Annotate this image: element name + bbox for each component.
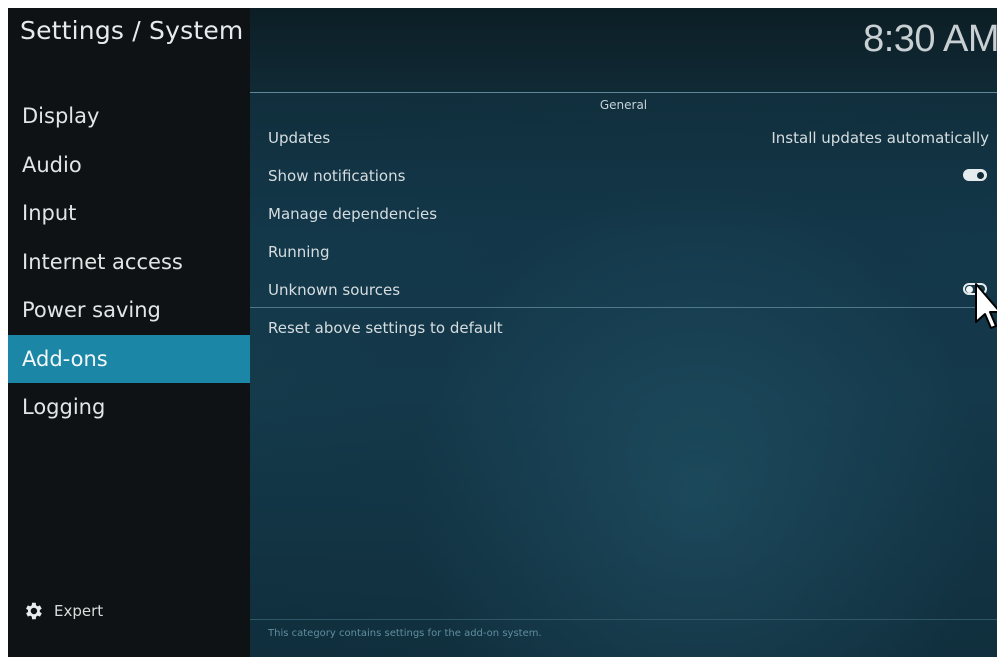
setting-updates[interactable]: Updates Install updates automatically xyxy=(268,123,997,153)
setting-running[interactable]: Running xyxy=(268,237,997,267)
setting-show-notifications[interactable]: Show notifications xyxy=(268,161,997,191)
setting-label: Unknown sources xyxy=(268,281,401,299)
setting-reset-defaults[interactable]: Reset above settings to default xyxy=(268,313,997,343)
setting-label: Reset above settings to default xyxy=(268,319,503,337)
toggle-knob xyxy=(977,172,984,179)
sidebar-menu: Display Audio Input Internet access Powe… xyxy=(8,92,250,432)
setting-unknown-sources[interactable]: Unknown sources xyxy=(268,275,997,305)
gear-icon xyxy=(22,600,44,622)
toggle-switch-on[interactable] xyxy=(963,169,987,181)
toggle-knob xyxy=(966,286,973,293)
sidebar-item-input[interactable]: Input xyxy=(8,189,250,238)
mouse-cursor-icon xyxy=(975,283,997,329)
sidebar-item-audio[interactable]: Audio xyxy=(8,141,250,190)
setting-label: Show notifications xyxy=(268,167,406,185)
app-window: Settings / System Display Audio Input In… xyxy=(8,8,997,657)
sidebar-item-display[interactable]: Display xyxy=(8,92,250,141)
header-divider xyxy=(250,92,997,93)
sidebar-item-internet-access[interactable]: Internet access xyxy=(8,238,250,287)
sidebar-item-add-ons[interactable]: Add-ons xyxy=(8,334,250,383)
setting-label: Running xyxy=(268,243,330,261)
settings-panel: 8:30 AM General Updates Install updates … xyxy=(250,8,997,657)
setting-value: Install updates automatically xyxy=(771,129,989,147)
expert-level-button[interactable]: Expert xyxy=(22,596,103,626)
divider xyxy=(250,307,997,308)
setting-manage-dependencies[interactable]: Manage dependencies xyxy=(268,199,997,229)
footer-divider xyxy=(250,619,997,620)
section-title: General xyxy=(599,98,648,112)
category-description: This category contains settings for the … xyxy=(268,628,542,639)
sidebar-item-power-saving[interactable]: Power saving xyxy=(8,286,250,335)
clock: 8:30 AM xyxy=(863,18,997,60)
expert-label: Expert xyxy=(54,602,104,620)
page-title: Settings / System xyxy=(20,16,244,45)
sidebar: Settings / System Display Audio Input In… xyxy=(8,8,250,657)
sidebar-item-logging[interactable]: Logging xyxy=(8,383,250,432)
setting-label: Manage dependencies xyxy=(268,205,438,223)
setting-label: Updates xyxy=(268,129,331,147)
